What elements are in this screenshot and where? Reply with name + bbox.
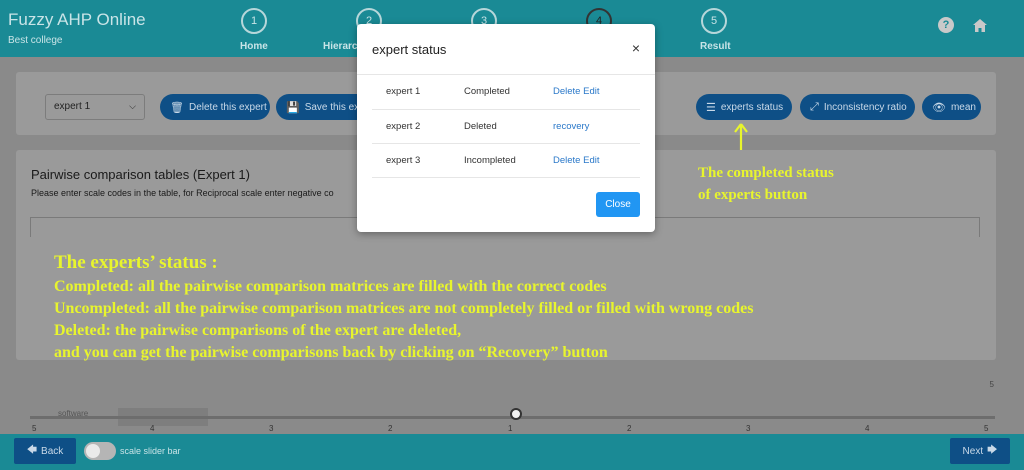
save-icon: 💾 [286, 101, 300, 114]
tick-label: 3 [746, 424, 751, 433]
callout-line-1: The completed status [698, 165, 834, 181]
toggle-label: scale slider bar [120, 446, 181, 456]
expert-status-modal: expert status × expert 1 Completed Delet… [357, 24, 655, 232]
compress-icon: ⤢ [810, 100, 819, 113]
delete-expert-button[interactable]: 🗑 Delete this expert [160, 94, 270, 120]
tick-label: 4 [865, 424, 870, 433]
delete-link[interactable]: Delete [553, 86, 580, 97]
scale-slider-toggle[interactable] [84, 442, 116, 460]
tick-label: 2 [388, 424, 393, 433]
edit-link[interactable]: Edit [583, 86, 599, 97]
step-5-label[interactable]: Result [700, 41, 731, 52]
inconsistency-ratio-button[interactable]: ⤢ Inconsistency ratio [800, 94, 915, 120]
expert-status: Deleted [449, 109, 547, 144]
toggle-knob [86, 444, 100, 458]
recovery-link[interactable]: recovery [553, 121, 589, 132]
back-label: Back [41, 445, 64, 457]
chevron-down-icon: ⌵ [129, 101, 136, 111]
trash-icon: 🗑 [170, 101, 184, 114]
list-icon: ☰ [706, 101, 716, 114]
pairwise-title: Pairwise comparison tables (Expert 1) [31, 167, 250, 182]
tick-label: 1 [508, 424, 513, 433]
eye-icon: 👁 [932, 101, 946, 114]
callout-line-2: of experts button [698, 187, 808, 203]
edit-link[interactable]: Edit [583, 155, 599, 166]
info-line-uncompleted: Uncompleted: all the pairwise comparison… [54, 300, 754, 317]
tick-label: 4 [150, 424, 155, 433]
expert-name: expert 3 [372, 143, 449, 178]
info-line-deleted: Deleted: the pairwise comparisons of the… [54, 322, 462, 339]
slider-tick-labels: 5 4 3 2 1 2 3 4 5 [32, 424, 992, 434]
expert-select[interactable]: expert 1 ⌵ [45, 94, 145, 120]
tick-label: 5 [32, 424, 37, 433]
experts-status-label: experts status [720, 101, 784, 113]
delete-expert-label: Delete this expert [188, 101, 267, 113]
step-2-label[interactable]: Hierarc [323, 41, 357, 52]
arrow-up-icon [734, 123, 748, 150]
app-title: Fuzzy AHP Online [8, 10, 146, 29]
tick-label: 5 [984, 424, 989, 433]
back-button[interactable]: 🡄 Back [14, 438, 76, 464]
arrow-right-icon: 🡆 [987, 444, 998, 456]
step-5-circle[interactable]: 5 [701, 8, 727, 34]
expert-name: expert 1 [372, 75, 449, 110]
next-label: Next [962, 445, 984, 457]
save-expert-label: Save this exp [304, 101, 358, 113]
expert-name: expert 2 [372, 109, 449, 144]
experts-status-button[interactable]: ☰ experts status [696, 94, 792, 120]
expert-actions: Delete Edit [547, 75, 640, 110]
annotation-callout: The completed status of experts button [698, 162, 834, 206]
step-1-circle[interactable]: 1 [241, 8, 267, 34]
app-subtitle: Best college [8, 35, 63, 46]
question-icon[interactable]: ? [938, 17, 954, 33]
close-button[interactable]: Close [596, 192, 640, 217]
modal-title: expert status [372, 42, 447, 57]
save-expert-button[interactable]: 💾 Save this exp [276, 94, 358, 120]
close-icon[interactable]: × [632, 40, 640, 56]
table-row: expert 3 Incompleted Delete Edit [372, 143, 640, 178]
slider-label: software [58, 409, 89, 418]
info-line-completed: Completed: all the pairwise comparison m… [54, 278, 607, 295]
expert-status-table: expert 1 Completed Delete Edit expert 2 … [372, 75, 640, 178]
info-line-recovery: and you can get the pairwise comparisons… [54, 344, 608, 361]
tick-label: 2 [627, 424, 632, 433]
expert-select-value: expert 1 [54, 101, 91, 112]
next-button[interactable]: Next 🡆 [950, 438, 1010, 464]
arrow-left-icon: 🡄 [26, 444, 38, 456]
side-number: 5 [989, 380, 994, 389]
mean-button[interactable]: 👁 mean [922, 94, 981, 120]
slider-handle[interactable] [510, 408, 522, 420]
table-row: expert 1 Completed Delete Edit [372, 75, 640, 110]
delete-link[interactable]: Delete [553, 155, 580, 166]
inconsistency-ratio-label: Inconsistency ratio [823, 101, 907, 113]
expert-status: Incompleted [449, 143, 547, 178]
pairwise-instructions: Please enter scale codes in the table, f… [31, 188, 334, 198]
tick-label: 3 [269, 424, 274, 433]
expert-status: Completed [449, 75, 547, 110]
table-row: expert 2 Deleted recovery [372, 109, 640, 144]
status-info-overlay: The experts’ status : Completed: all the… [40, 250, 1000, 380]
expert-actions: recovery [547, 109, 640, 144]
expert-actions: Delete Edit [547, 143, 640, 178]
mean-label: mean [950, 101, 976, 113]
info-heading: The experts’ status : [54, 252, 218, 273]
step-1-label[interactable]: Home [240, 41, 268, 52]
home-icon[interactable] [972, 17, 988, 33]
